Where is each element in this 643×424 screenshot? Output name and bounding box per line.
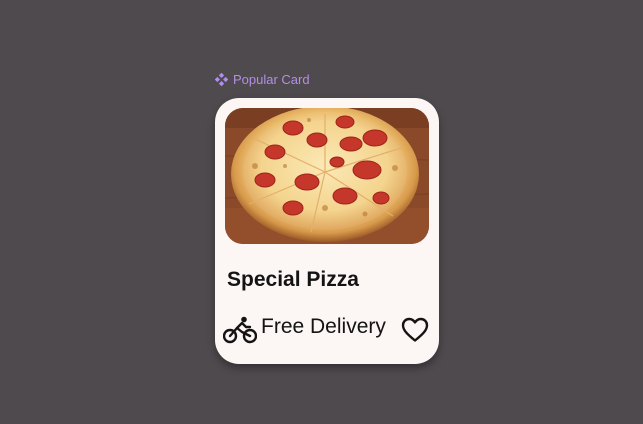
card-footer: Free Delivery <box>223 314 433 348</box>
pizza-image <box>225 108 429 244</box>
component-label: Popular Card <box>215 72 310 87</box>
heart-icon[interactable] <box>401 317 429 343</box>
component-icon <box>215 73 228 86</box>
popular-card[interactable]: Special Pizza Free Delivery <box>215 98 439 364</box>
pizza-photo-icon <box>225 108 429 244</box>
bicycle-icon <box>223 316 257 344</box>
component-label-text: Popular Card <box>233 72 310 87</box>
canvas: Popular Card Special Pizza Free Delivery <box>0 0 643 424</box>
delivery-label: Free Delivery <box>261 315 386 338</box>
card-title: Special Pizza <box>227 268 359 291</box>
